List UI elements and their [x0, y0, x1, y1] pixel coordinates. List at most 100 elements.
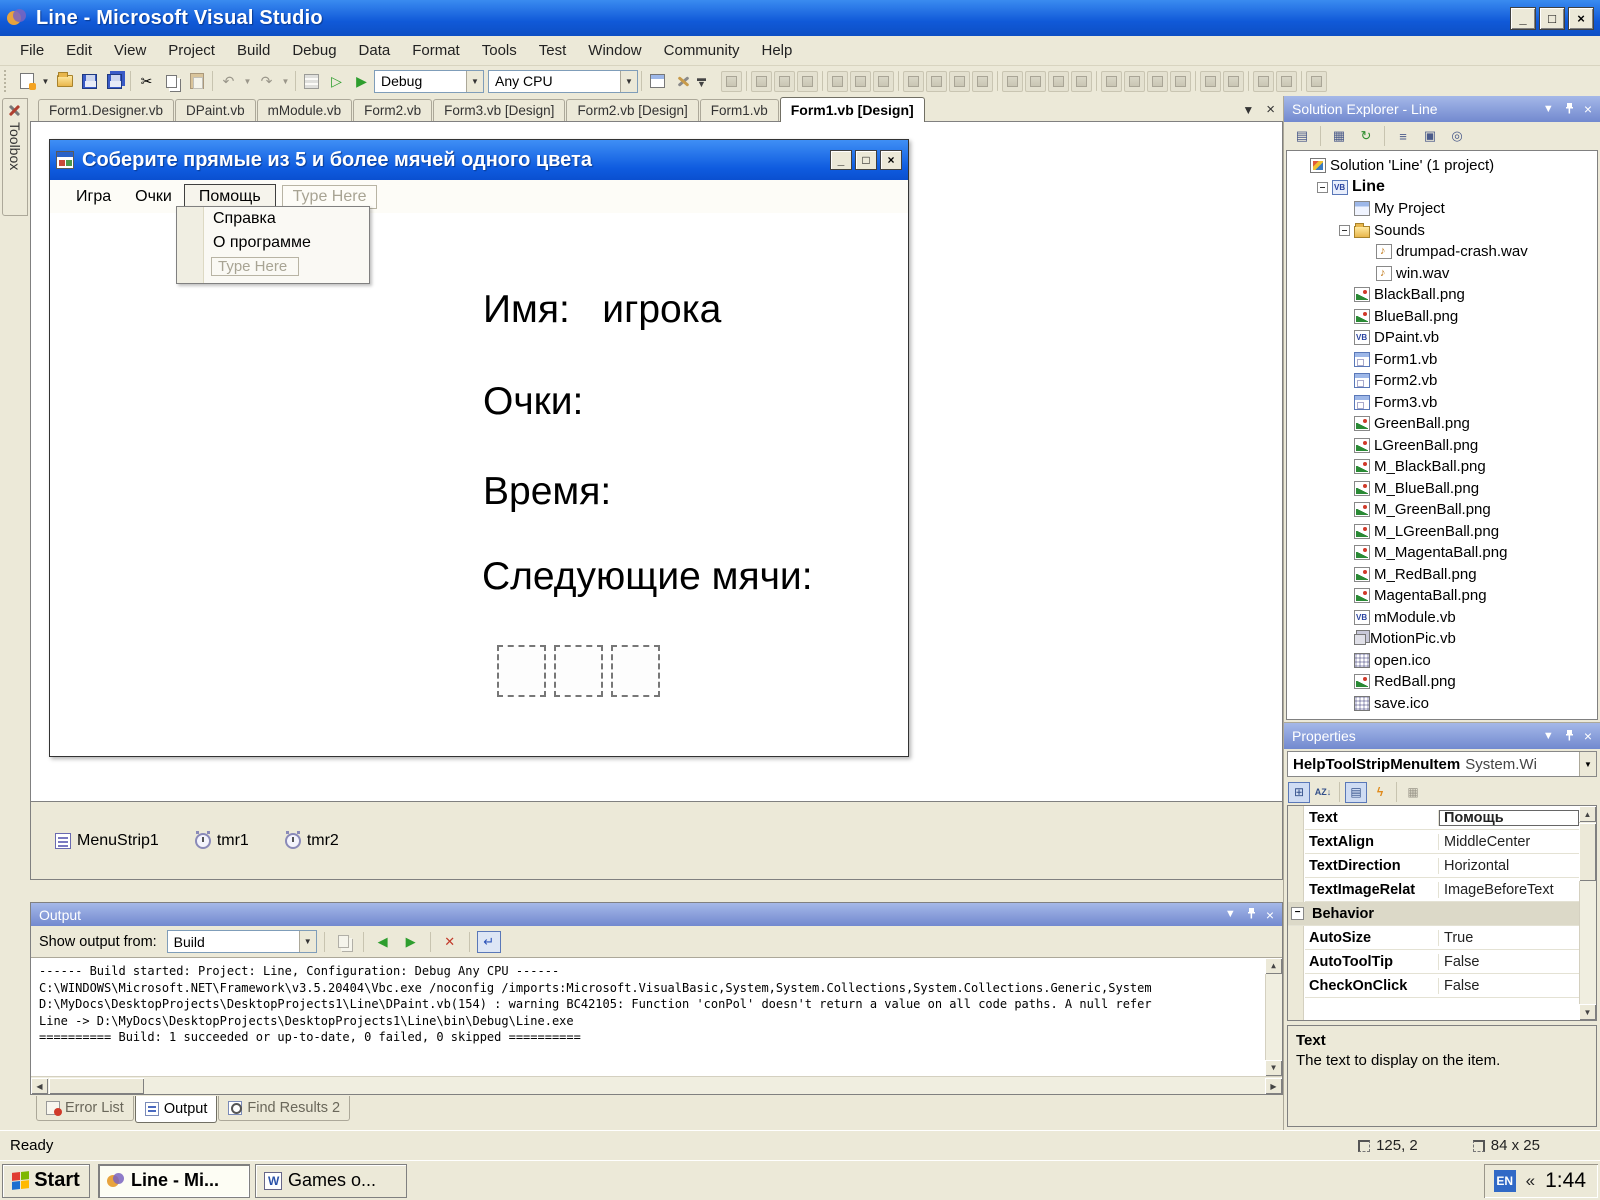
tray-component[interactable]: tmr2 [285, 832, 339, 850]
scroll-left-icon[interactable]: ◀ [31, 1078, 48, 1094]
property-value[interactable]: Horizontal [1439, 858, 1579, 874]
layout-tool-icon[interactable] [822, 71, 823, 91]
tree-item[interactable]: Form2.vb [1287, 370, 1597, 392]
chevron-down-icon[interactable]: ▼ [466, 71, 483, 92]
document-tab[interactable]: Form2.vb [Design] [566, 99, 698, 121]
tree-item[interactable]: open.ico [1287, 650, 1597, 672]
window-position-icon[interactable]: ▼ [1543, 731, 1554, 742]
properties-window-button[interactable] [645, 69, 670, 93]
property-value[interactable]: True [1439, 930, 1579, 946]
output-source-combo[interactable]: Build ▼ [167, 930, 317, 953]
menu-item[interactable]: Community [654, 38, 750, 63]
layout-tool-icon[interactable] [850, 71, 871, 92]
label-time[interactable]: Время: [483, 470, 611, 514]
close-icon[interactable]: × [1584, 102, 1592, 116]
se-properties-button[interactable]: ▤ [1290, 125, 1314, 148]
form-maximize-button[interactable]: □ [855, 150, 877, 170]
toolbar-overflow-button[interactable]: ▬▼ [697, 75, 706, 88]
solution-platform-combo[interactable]: Any CPU ▼ [488, 70, 638, 93]
scroll-up-icon[interactable]: ▲ [1265, 958, 1282, 974]
next-ball-picturebox-1[interactable] [497, 645, 546, 697]
categorized-button[interactable]: ⊞ [1288, 782, 1310, 803]
close-button[interactable]: × [1568, 7, 1594, 30]
scrollbar-thumb[interactable] [1579, 823, 1596, 881]
layout-tool-icon[interactable] [898, 71, 899, 91]
label-name[interactable]: Имя: игрока [483, 288, 721, 332]
toolbar-grip[interactable] [4, 70, 10, 92]
property-value[interactable]: ImageBeforeText [1439, 882, 1579, 898]
tray-component[interactable]: MenuStrip1 [55, 832, 159, 850]
layout-tool-icon[interactable] [1248, 71, 1249, 91]
new-project-dropdown[interactable]: ▼ [39, 69, 52, 93]
property-row[interactable]: AutoToolTipFalse [1305, 950, 1579, 974]
tree-item[interactable]: M_BlueBall.png [1287, 478, 1597, 500]
tree-item[interactable]: win.wav [1287, 263, 1597, 285]
window-position-icon[interactable]: ▼ [1225, 909, 1236, 920]
menu-type-here[interactable]: Type Here [282, 185, 378, 209]
taskbar-task-button[interactable]: Games o... [255, 1164, 407, 1198]
property-row[interactable]: TextПомощь [1305, 806, 1579, 830]
layout-tool-icon[interactable] [873, 71, 894, 92]
previous-message-button[interactable]: ◀ [371, 931, 395, 953]
property-value[interactable]: False [1439, 978, 1579, 994]
refresh-button[interactable]: ↻ [1354, 125, 1378, 148]
document-tab[interactable]: Form1.Designer.vb [38, 99, 174, 121]
property-row[interactable]: Behavior [1288, 902, 1579, 926]
tree-item[interactable]: DPaint.vb [1287, 327, 1597, 349]
menu-item[interactable]: Test [529, 38, 577, 63]
maximize-button[interactable]: □ [1539, 7, 1565, 30]
menu-item[interactable]: Window [578, 38, 651, 63]
layout-tool-icon[interactable] [746, 71, 747, 91]
tree-item[interactable]: GreenBall.png [1287, 413, 1597, 435]
output-vertical-scrollbar[interactable]: ▲ ▼ [1265, 958, 1282, 1076]
tree-item[interactable]: M_LGreenBall.png [1287, 521, 1597, 543]
tree-item[interactable]: Solution 'Line' (1 project) [1287, 155, 1597, 177]
menu-item[interactable]: Format [402, 38, 470, 63]
tree-item[interactable]: save.ico [1287, 693, 1597, 715]
pin-icon[interactable] [1564, 102, 1574, 117]
tree-item[interactable]: M_GreenBall.png [1287, 499, 1597, 521]
output-horizontal-scrollbar[interactable]: ◀ ▶ [31, 1076, 1282, 1094]
menu-item[interactable]: Edit [56, 38, 102, 63]
start-button[interactable]: Start [2, 1164, 90, 1198]
start-debugging-button[interactable]: ▶ [349, 69, 374, 93]
tree-item[interactable]: Form1.vb [1287, 349, 1597, 371]
solution-configuration-combo[interactable]: Debug ▼ [374, 70, 484, 93]
window-position-icon[interactable]: ▼ [1543, 104, 1554, 115]
next-message-button[interactable]: ▶ [399, 931, 423, 953]
menu-item[interactable]: Help [752, 38, 803, 63]
events-button[interactable]: ϟ [1369, 782, 1391, 803]
chevron-down-icon[interactable]: ▼ [299, 931, 316, 952]
menu-item[interactable]: Debug [282, 38, 346, 63]
menu-item-o-programme[interactable]: О программе [177, 231, 369, 255]
next-ball-picturebox-3[interactable] [611, 645, 660, 697]
tree-item[interactable]: M_BlackBall.png [1287, 456, 1597, 478]
layout-tool-icon[interactable] [774, 71, 795, 92]
minimize-button[interactable]: _ [1510, 7, 1536, 30]
tree-item[interactable]: Form3.vb [1287, 392, 1597, 414]
properties-view-button[interactable]: ▤ [1345, 782, 1367, 803]
layout-tool-icon[interactable] [1306, 71, 1327, 92]
layout-tool-icon[interactable] [827, 71, 848, 92]
panel-tab[interactable]: Find Results 2 [218, 1096, 350, 1121]
document-tab[interactable]: Form1.vb [Design] [780, 97, 925, 122]
find-message-button[interactable] [332, 931, 356, 953]
pin-icon[interactable] [1246, 907, 1256, 922]
property-value[interactable]: False [1439, 954, 1579, 970]
scroll-up-icon[interactable]: ▲ [1579, 806, 1596, 822]
tree-item[interactable]: drumpad-crash.wav [1287, 241, 1597, 263]
layout-tool-icon[interactable] [903, 71, 924, 92]
undo-button[interactable]: ↶ [216, 69, 241, 93]
next-ball-picturebox-2[interactable] [554, 645, 603, 697]
menu-item[interactable]: File [10, 38, 54, 63]
menu-item-spravka[interactable]: Справка [177, 207, 369, 231]
undo-dropdown[interactable]: ▼ [241, 69, 254, 93]
form-designer-surface[interactable]: Соберите прямые из 5 и более мячей одног… [30, 122, 1283, 880]
label-score[interactable]: Очки: [483, 380, 583, 424]
save-all-button[interactable] [102, 69, 127, 93]
document-tab[interactable]: Form2.vb [353, 99, 432, 121]
close-icon[interactable]: × [1584, 729, 1592, 743]
layout-tool-icon[interactable] [1025, 71, 1046, 92]
form-minimize-button[interactable]: _ [830, 150, 852, 170]
menu-igra[interactable]: Игра [64, 185, 123, 209]
